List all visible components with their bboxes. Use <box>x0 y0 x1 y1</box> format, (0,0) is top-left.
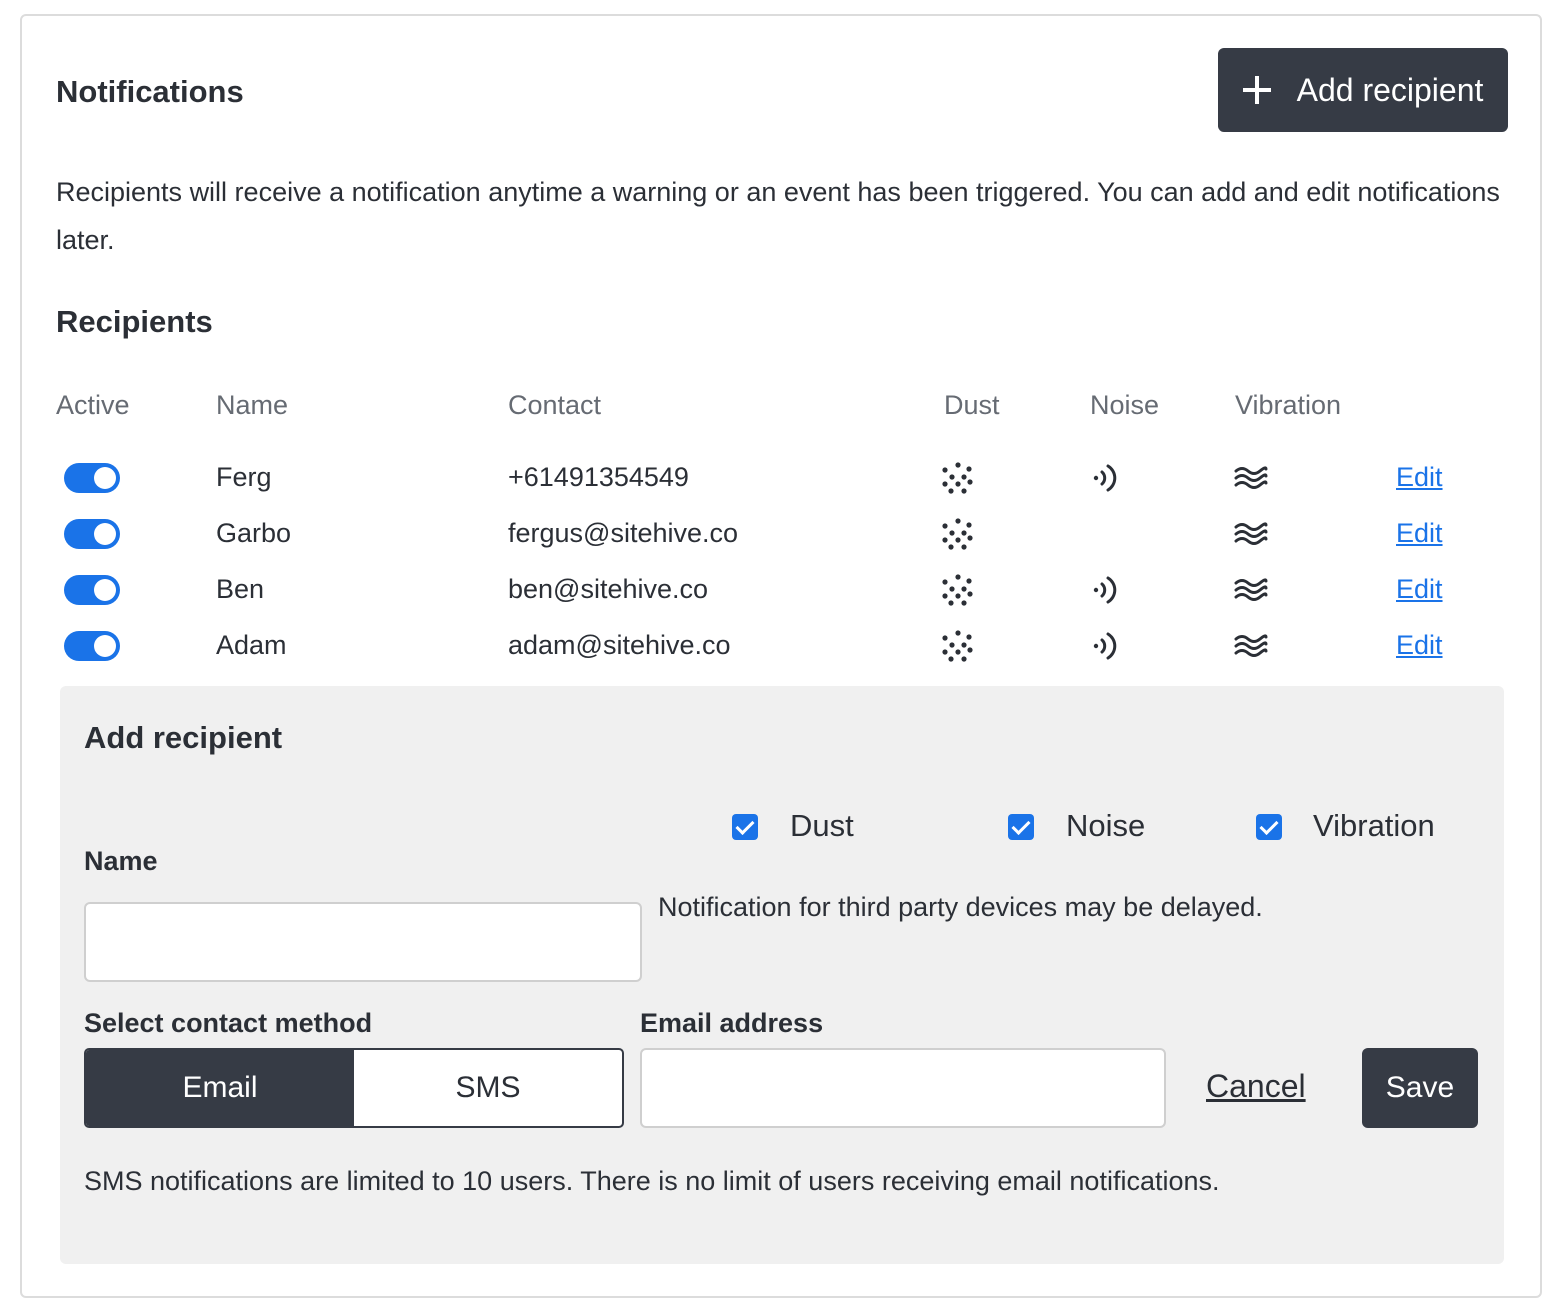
plus-icon <box>1242 76 1271 104</box>
recipients-title: Recipients <box>56 304 213 339</box>
email-address-label: Email address <box>640 1008 824 1038</box>
toggle-knob <box>94 635 116 657</box>
vibration-icon <box>1232 516 1268 552</box>
recipient-name: Garbo <box>216 518 292 548</box>
recipient-name: Ferg <box>216 462 272 492</box>
active-toggle[interactable] <box>64 631 120 661</box>
active-toggle[interactable] <box>64 575 120 605</box>
dust-icon <box>940 516 976 552</box>
active-toggle[interactable] <box>64 519 120 549</box>
column-header-dust: Dust <box>944 390 1000 420</box>
edit-recipient-link[interactable]: Edit <box>1396 574 1443 605</box>
toggle-knob <box>94 523 116 545</box>
recipient-contact: fergus@sitehive.co <box>508 518 739 548</box>
toggle-knob <box>94 579 116 601</box>
contact-method-toggle: Email SMS <box>84 1048 624 1128</box>
sms-limit-note: SMS notifications are limited to 10 user… <box>84 1166 1220 1196</box>
name-input[interactable] <box>84 902 642 982</box>
vibration-icon <box>1232 460 1268 496</box>
add-recipient-button[interactable]: Add recipient <box>1218 48 1508 132</box>
noise-checkbox-label: Noise <box>1066 808 1146 843</box>
noise-icon <box>1088 460 1124 496</box>
edit-recipient-link[interactable]: Edit <box>1396 518 1443 549</box>
recipient-name: Adam <box>216 630 287 660</box>
cancel-link[interactable]: Cancel <box>1206 1068 1306 1105</box>
edit-recipient-link[interactable]: Edit <box>1396 630 1443 661</box>
column-header-vibration: Vibration <box>1235 390 1342 420</box>
edit-recipient-link[interactable]: Edit <box>1396 462 1443 493</box>
dust-icon <box>940 572 976 608</box>
save-button[interactable]: Save <box>1362 1048 1478 1128</box>
dust-icon <box>940 460 976 496</box>
dust-icon <box>940 628 976 664</box>
column-header-contact: Contact <box>508 390 602 420</box>
notifications-card: Notifications Add recipient Recipients w… <box>20 14 1542 1298</box>
active-toggle[interactable] <box>64 463 120 493</box>
noise-icon <box>1088 572 1124 608</box>
third-party-note: Notification for third party devices may… <box>658 892 1263 922</box>
dust-checkbox-label: Dust <box>790 808 854 843</box>
vibration-icon <box>1232 572 1268 608</box>
column-header-active: Active <box>56 390 130 420</box>
name-label: Name <box>84 846 158 876</box>
page-title: Notifications <box>56 74 244 109</box>
add-recipient-panel: Add recipient Dust Noise Vibration Name … <box>60 686 1504 1264</box>
vibration-icon <box>1232 628 1268 664</box>
column-header-noise: Noise <box>1090 390 1160 420</box>
noise-icon <box>1088 628 1124 664</box>
column-header-name: Name <box>216 390 289 420</box>
intro-text: Recipients will receive a notification a… <box>56 177 1500 255</box>
noise-checkbox[interactable] <box>1008 814 1034 840</box>
recipient-name: Ben <box>216 574 265 604</box>
contact-method-sms[interactable]: SMS <box>354 1050 622 1126</box>
vibration-checkbox-label: Vibration <box>1313 808 1435 843</box>
add-recipient-title: Add recipient <box>84 720 283 755</box>
add-recipient-button-label: Add recipient <box>1296 71 1484 108</box>
recipient-contact: +61491354549 <box>508 462 689 492</box>
email-field[interactable] <box>640 1048 1166 1128</box>
contact-method-label: Select contact method <box>84 1008 373 1038</box>
vibration-checkbox[interactable] <box>1256 814 1282 840</box>
toggle-knob <box>94 467 116 489</box>
recipient-contact: adam@sitehive.co <box>508 630 731 660</box>
contact-method-email[interactable]: Email <box>86 1050 354 1126</box>
recipient-contact: ben@sitehive.co <box>508 574 709 604</box>
dust-checkbox[interactable] <box>732 814 758 840</box>
